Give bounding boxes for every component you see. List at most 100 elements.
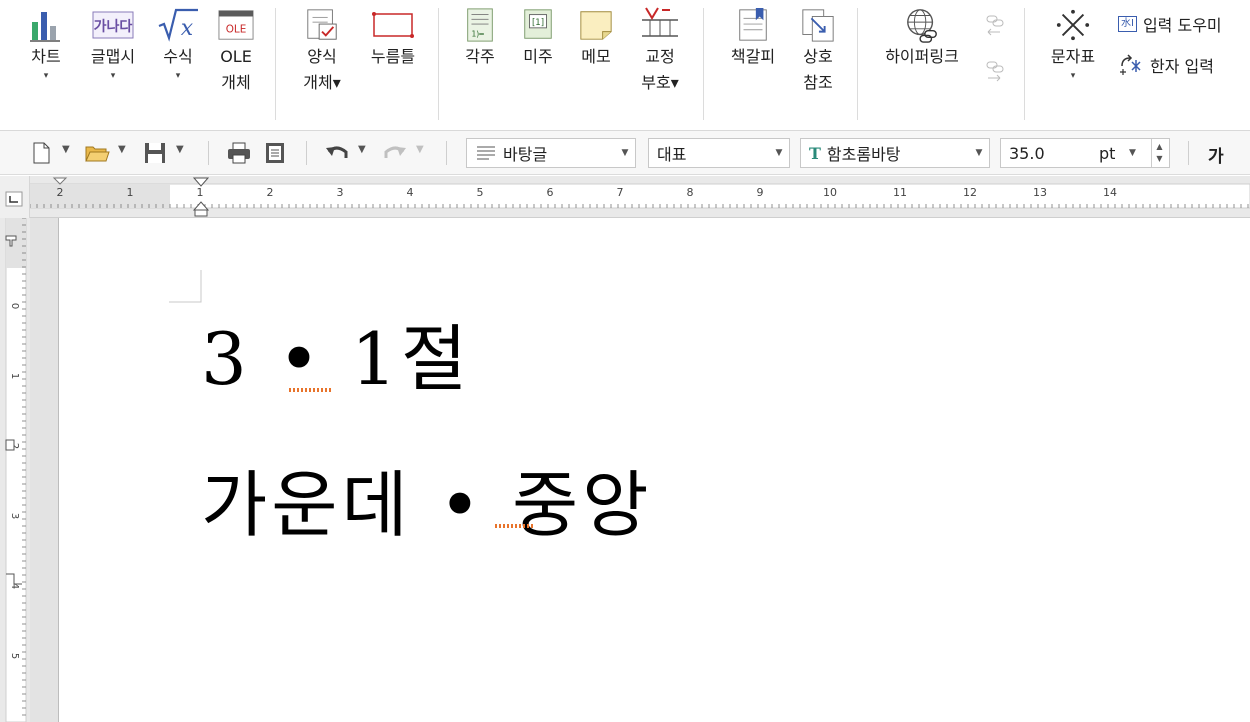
memo-label: 메모 [581, 47, 611, 66]
language-dropdown-icon[interactable]: ▼ [769, 139, 789, 167]
open-folder-icon[interactable] [84, 140, 110, 166]
ribbon-separator [703, 8, 704, 120]
header-marker-icon[interactable] [5, 439, 15, 451]
toolbar-separator [306, 141, 307, 165]
bold-button[interactable]: 가 [1208, 142, 1224, 167]
ruler-tick-label: 13 [1033, 186, 1047, 199]
document-heading-line-2[interactable]: 가운데 • 중앙 [201, 446, 652, 551]
paragraph-style-icon [477, 146, 495, 160]
font-value: 함초롬바탕 [826, 145, 901, 164]
ole-button[interactable]: OLE OLE 개체 [210, 0, 262, 96]
print-icon[interactable] [226, 140, 252, 166]
chart-label: 차트 [31, 47, 61, 66]
save-icon[interactable] [142, 140, 168, 166]
hyperlink-button[interactable]: 하이퍼링크 [872, 0, 972, 70]
wordart-icon: 가나다 [92, 11, 134, 39]
page-left-marker-icon[interactable] [52, 177, 68, 185]
click-field-button[interactable]: 누름틀 [360, 0, 426, 70]
new-document-icon[interactable] [28, 140, 54, 166]
hanja-input-button[interactable]: 한자 입력 [1118, 53, 1214, 77]
spellcheck-underline [495, 524, 535, 528]
hanja-input-label: 한자 입력 [1150, 57, 1214, 76]
ruler-corner[interactable] [0, 176, 30, 218]
bookmark-icon [739, 7, 767, 41]
ruler-tick-label: 4 [407, 186, 414, 199]
new-document-caret-icon[interactable]: ▼ [62, 144, 70, 155]
footnote-label: 각주 [465, 47, 495, 66]
open-caret-icon[interactable]: ▼ [118, 144, 126, 155]
font-size-spinner[interactable]: ▲ ▼ [1151, 139, 1167, 167]
bookmark-label: 책갈피 [730, 47, 776, 66]
ruler-tick-label: 11 [893, 186, 907, 199]
ruler-tick-label: 3 [9, 513, 20, 519]
ribbon: 차트 ▾ 가나다 글맵시 ▾ x 수식 ▾ OLE OLE 개체 양식 개체▾ … [0, 0, 1250, 131]
hyperlink-label: 하이퍼링크 [885, 47, 959, 66]
svg-text:1)═: 1)═ [471, 29, 484, 38]
hyperlink-icon [907, 9, 937, 43]
endnote-button[interactable]: [1] 미주 [512, 0, 564, 70]
language-combo[interactable]: 대표 ▼ [648, 138, 790, 168]
font-combo[interactable]: T 함초롬바탕 ▼ [800, 138, 990, 168]
save-caret-icon[interactable]: ▼ [176, 144, 184, 155]
ruler-tick-label: 5 [9, 653, 20, 659]
undo-caret-icon[interactable]: ▼ [358, 144, 366, 155]
memo-button[interactable]: 메모 [570, 0, 622, 70]
font-size-value[interactable]: 35.0 [1009, 144, 1045, 163]
character-map-button[interactable]: 문자표 ▾ [1040, 0, 1106, 82]
click-field-label: 누름틀 [370, 47, 416, 66]
chart-button[interactable]: 차트 ▾ [16, 0, 76, 82]
ribbon-separator [275, 8, 276, 120]
form-object-label: 양식 개체▾ [303, 47, 341, 92]
proofreading-mark-button[interactable]: 교정 부호▾ [632, 0, 688, 96]
toolbar-separator [208, 141, 209, 165]
bookmark-button[interactable]: 책갈피 [722, 0, 784, 70]
chart-icon [30, 12, 60, 42]
footnote-button[interactable]: 1)═ 각주 [452, 0, 508, 70]
ruler-tick-label: 10 [823, 186, 837, 199]
ruler-tick-label: 14 [1103, 186, 1117, 199]
undo-icon[interactable] [324, 140, 350, 166]
input-helper-button[interactable]: 水I 입력 도우미 [1118, 12, 1222, 36]
cross-reference-button[interactable]: 상호 참조 [792, 0, 844, 96]
tab-stop-selector-icon[interactable] [0, 176, 30, 218]
left-margin-marker-icon[interactable] [194, 209, 208, 217]
form-object-icon [307, 9, 337, 40]
font-dropdown-icon[interactable]: ▼ [969, 139, 989, 167]
character-map-icon [1056, 9, 1090, 41]
toolbar-separator [446, 141, 447, 165]
chart-caret: ▾ [43, 71, 49, 81]
ruler-tick-label: 3 [337, 186, 344, 199]
vertical-ruler[interactable]: 012345 [0, 217, 30, 722]
ruler-tick-label: 2 [267, 186, 274, 199]
ruler-tick-label: 8 [687, 186, 694, 199]
wordart-icon-text: 가나다 [94, 19, 133, 35]
endnote-icon: [1] [524, 9, 552, 39]
ruler-tick-label: 7 [617, 186, 624, 199]
form-object-button[interactable]: 양식 개체▾ [292, 0, 352, 96]
document-page[interactable]: 3 • 1절 가운데 • 중앙 [58, 218, 1250, 722]
document-heading-line-1[interactable]: 3 • 1절 [201, 300, 471, 405]
paragraph-style-value: 바탕글 [503, 145, 548, 164]
memo-icon [580, 11, 612, 40]
horizontal-ruler[interactable]: 2 1 1 2 3 4 5 6 7 8 9 10 11 12 13 14 [29, 176, 1250, 218]
redo-caret-icon: ▼ [416, 144, 424, 155]
wordart-button[interactable]: 가나다 글맵시 ▾ [82, 0, 144, 82]
ruler-tick-label: 6 [547, 186, 554, 199]
svg-text:x: x [181, 16, 194, 41]
input-helper-icon: 水I [1118, 16, 1137, 32]
formatting-toolbar: ▼ ▼ ▼ ▼ ▼ 바탕글 ▼ 대표 ▼ T 함초롬바탕 ▼ 35.0 pt ▼… [0, 131, 1250, 175]
equation-button[interactable]: x 수식 ▾ [150, 0, 206, 82]
print-preview-icon[interactable] [262, 140, 288, 166]
unit-dropdown-icon[interactable]: ▼ [1129, 148, 1136, 158]
character-map-label: 문자표 [1050, 47, 1096, 66]
ruler-tick-label: 12 [963, 186, 977, 199]
font-size-field[interactable]: 35.0 pt ▼ ▲ ▼ [1000, 138, 1170, 168]
ruler-tick-label: 1 [197, 186, 204, 199]
endnote-label: 미주 [523, 47, 553, 66]
paragraph-style-combo[interactable]: 바탕글 ▼ [466, 138, 636, 168]
paragraph-style-dropdown-icon[interactable]: ▼ [615, 139, 635, 167]
ruler-tick-label: 2 [57, 186, 64, 199]
ole-label: OLE 개체 [220, 47, 252, 92]
input-helper-label: 입력 도우미 [1142, 16, 1222, 35]
ribbon-separator [857, 8, 858, 120]
